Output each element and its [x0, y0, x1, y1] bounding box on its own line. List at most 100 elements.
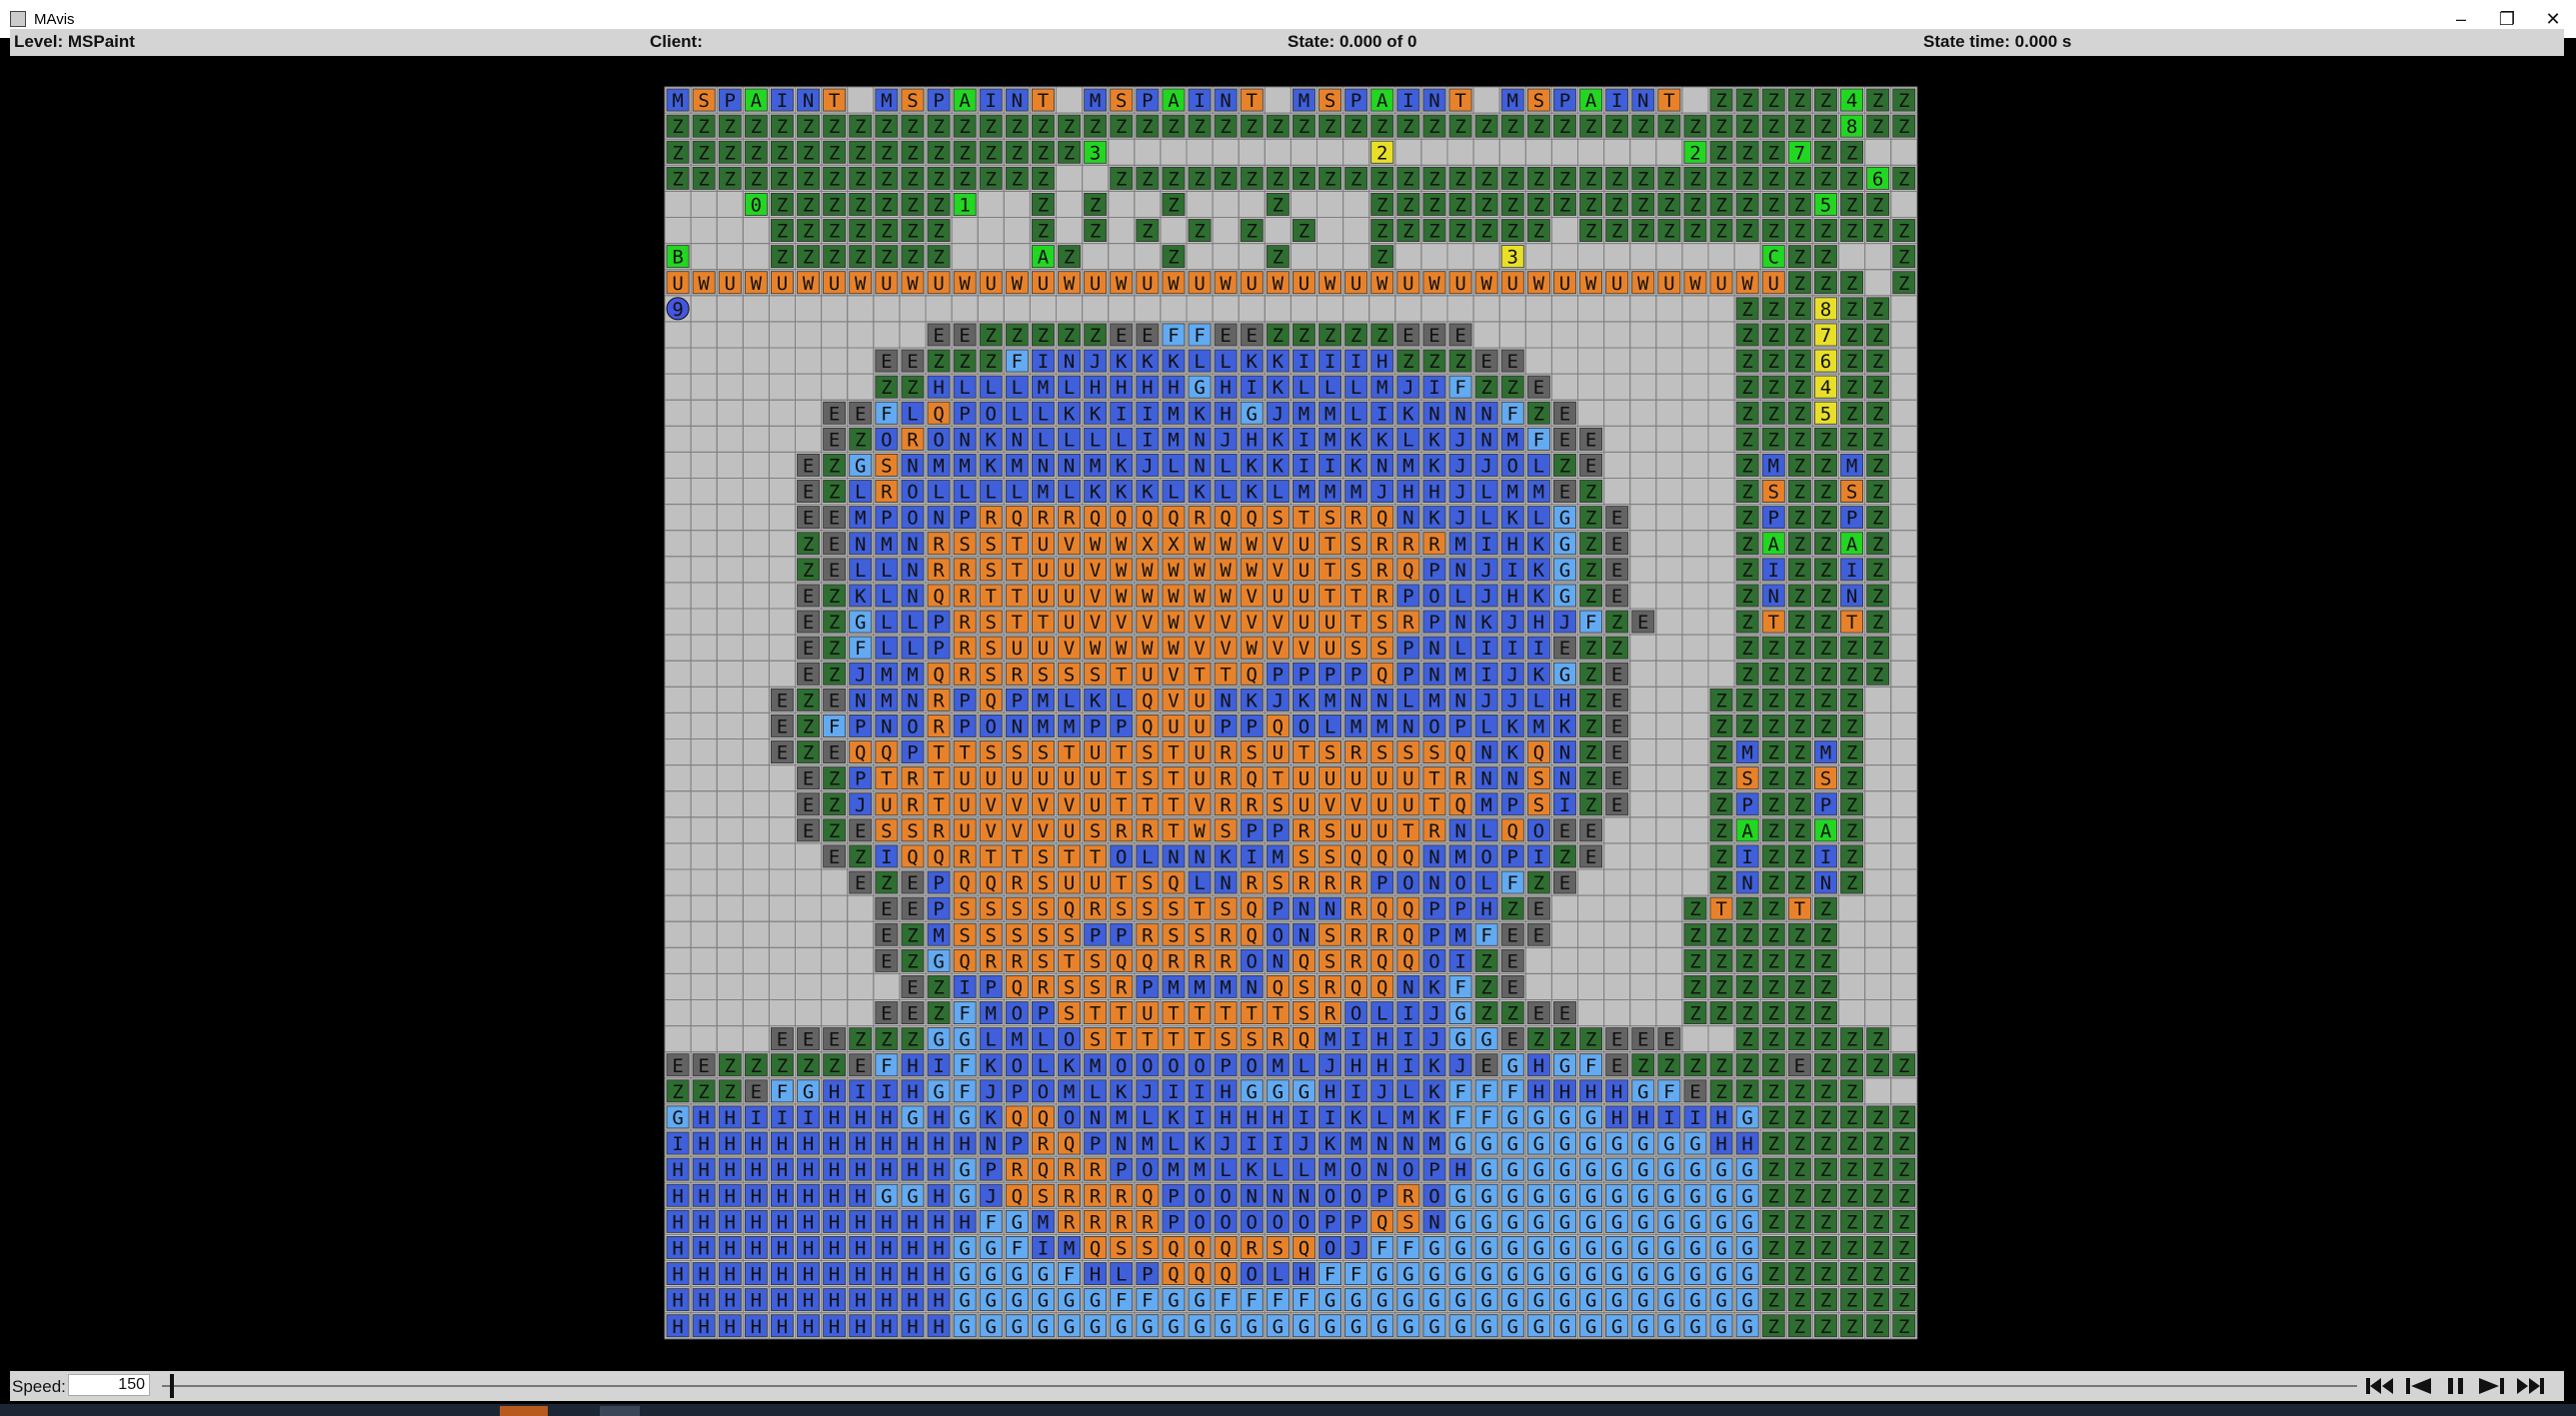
cell-letter: G: [1741, 1107, 1752, 1129]
cell-letter: Z: [1715, 768, 1726, 790]
cell-letter: V: [1220, 612, 1231, 634]
cell-letter: R: [1142, 924, 1154, 946]
cell-letter: H: [1220, 403, 1231, 425]
cell-letter: N: [1273, 950, 1284, 972]
cell-letter: G: [1454, 1029, 1465, 1051]
cell-letter: H: [1611, 1107, 1622, 1129]
cell-letter: X: [1168, 534, 1180, 556]
cell-letter: S: [1298, 976, 1309, 998]
cell-letter: W: [959, 273, 971, 295]
cell-letter: H: [1715, 1133, 1726, 1155]
cell-letter: Z: [1794, 221, 1805, 243]
cell-letter: Z: [1741, 1029, 1752, 1051]
cell-letter: P: [1428, 560, 1439, 582]
cell-letter: K: [1533, 534, 1545, 556]
cell-letter: Z: [855, 168, 866, 190]
cell-letter: E: [1585, 820, 1596, 842]
cell-letter: Z: [777, 142, 788, 164]
cell-letter: Z: [1820, 1003, 1831, 1025]
cell-letter: Z: [1741, 90, 1752, 112]
cell-letter: Z: [1585, 638, 1596, 660]
cell-letter: Z: [1820, 1055, 1831, 1077]
cell-letter: K: [1402, 403, 1414, 425]
cell-letter: T: [1220, 1003, 1231, 1025]
cell-letter: S: [1090, 1029, 1101, 1051]
cell-letter: I: [1689, 1107, 1700, 1129]
cell-letter: R: [986, 950, 998, 972]
cell-letter: Z: [1768, 1081, 1779, 1103]
cell-letter: Z: [1820, 950, 1831, 972]
cell-letter: J: [1142, 455, 1153, 477]
cell-letter: E: [1559, 429, 1570, 451]
cell-letter: S: [986, 742, 997, 764]
cell-letter: O: [1012, 1055, 1023, 1077]
cell-letter: W: [1533, 273, 1545, 295]
cell-letter: Z: [881, 194, 892, 216]
cell-letter: Z: [1768, 898, 1779, 920]
cell-letter: 8: [1846, 116, 1857, 138]
cell-letter: Z: [1794, 508, 1805, 530]
cell-letter: U: [1168, 715, 1179, 737]
cell-letter: N: [1820, 872, 1831, 894]
cell-letter: J: [1402, 377, 1413, 399]
cell-letter: Z: [855, 142, 866, 164]
cell-letter: K: [1350, 1107, 1362, 1129]
cell-letter: Q: [1298, 950, 1309, 972]
cell-letter: L: [907, 638, 918, 660]
cell-letter: W: [1168, 560, 1180, 582]
cell-letter: E: [1559, 482, 1570, 504]
cell-letter: M: [1168, 429, 1179, 451]
cell-letter: Z: [1794, 715, 1805, 737]
cell-letter: Z: [829, 168, 840, 190]
cell-letter: U: [1350, 768, 1361, 790]
cell-letter: Q: [1273, 715, 1284, 737]
cell-letter: V: [1090, 586, 1101, 608]
cell-letter: Z: [1637, 1055, 1648, 1077]
cell-letter: K: [1220, 846, 1232, 868]
cell-letter: E: [855, 1055, 866, 1077]
cell-letter: Z: [933, 142, 944, 164]
cell-letter: U: [1038, 638, 1049, 660]
cell-letter: N: [1402, 1133, 1413, 1155]
cell-letter: Z: [672, 168, 683, 190]
cell-letter: G: [907, 1107, 918, 1129]
cell-letter: Z: [1846, 351, 1857, 373]
cell-letter: V: [1090, 612, 1101, 634]
cell-letter: M: [881, 664, 892, 686]
cell-letter: Z: [1820, 560, 1831, 582]
cell-letter: F: [881, 403, 892, 425]
cell-letter: Z: [1768, 90, 1779, 112]
cell-letter: Z: [1715, 1003, 1726, 1025]
cell-letter: L: [1480, 872, 1491, 894]
cell-letter: G: [1637, 1133, 1648, 1155]
cell-letter: L: [1480, 508, 1491, 530]
cell-letter: G: [1247, 403, 1258, 425]
cell-letter: M: [959, 455, 970, 477]
cell-letter: M: [672, 90, 683, 112]
cell-letter: Q: [1507, 820, 1518, 842]
cell-letter: T: [1794, 898, 1805, 920]
cell-letter: L: [1116, 690, 1127, 711]
cell-letter: Z: [1872, 221, 1883, 243]
cell-letter: R: [1350, 924, 1362, 946]
cell-letter: N: [1428, 403, 1439, 425]
cell-letter: N: [1454, 403, 1465, 425]
cell-letter: R: [1376, 924, 1388, 946]
cell-letter: G: [1559, 1107, 1570, 1129]
cell-letter: Z: [1454, 168, 1465, 190]
cell-letter: L: [881, 638, 892, 660]
cell-letter: Z: [1168, 168, 1179, 190]
cell-letter: U: [1507, 273, 1518, 295]
cell-letter: K: [1324, 1133, 1336, 1155]
cell-letter: E: [1611, 742, 1622, 764]
cell-letter: R: [1376, 586, 1388, 608]
cell-letter: U: [1194, 690, 1205, 711]
cell-letter: M: [1324, 403, 1335, 425]
cell-letter: N: [1116, 1133, 1127, 1155]
cell-letter: K: [855, 586, 867, 608]
cell-letter: U: [1194, 273, 1205, 295]
cell-letter: Z: [1820, 898, 1831, 920]
cell-letter: N: [1012, 90, 1023, 112]
cell-letter: W: [1324, 273, 1336, 295]
cell-letter: M: [1220, 976, 1231, 998]
